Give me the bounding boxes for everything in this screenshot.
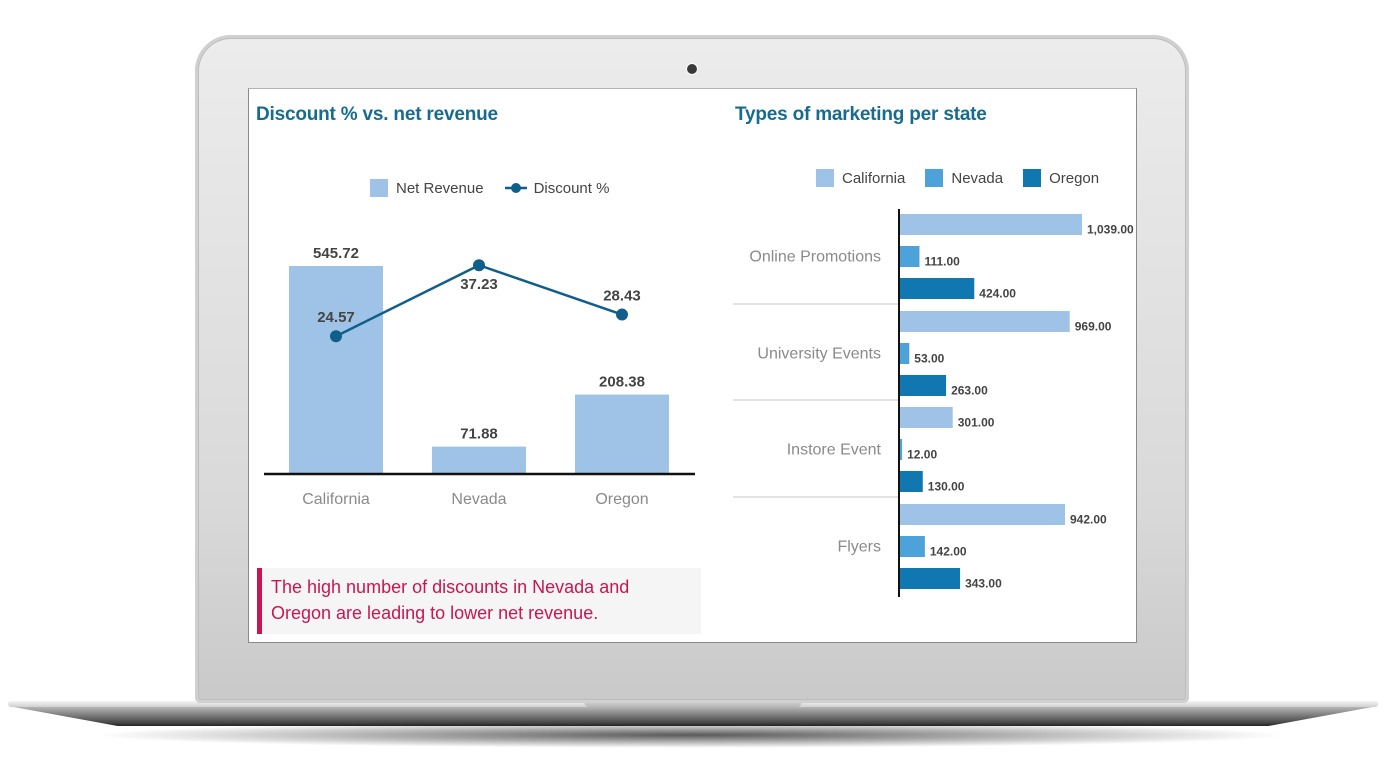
bar-oregon-instore-event[interactable] bbox=[900, 471, 923, 492]
camera-icon bbox=[687, 64, 697, 74]
bar-value-label: 142.00 bbox=[930, 545, 967, 559]
laptop-base-body bbox=[8, 706, 1378, 726]
bar-value-label: 301.00 bbox=[958, 416, 995, 430]
bar-value-label: 969.00 bbox=[1075, 320, 1112, 334]
bar-value-label: 424.00 bbox=[979, 287, 1016, 301]
bar-california-university-events[interactable] bbox=[900, 311, 1070, 332]
laptop-screen: Discount % vs. net revenue Net Revenue D… bbox=[248, 88, 1137, 643]
laptop-hinge-notch bbox=[584, 701, 802, 708]
bar-oregon-online-promotions[interactable] bbox=[900, 278, 975, 299]
bar-value-label: 343.00 bbox=[965, 577, 1002, 591]
category-label-university-events: University Events bbox=[757, 346, 881, 363]
hbar-chart: 1,039.00 111.00 424.00 969.00 53.00 263.00 301… bbox=[733, 209, 1134, 597]
bar-value-label: 12.00 bbox=[907, 448, 937, 462]
bar-value-label: 942.00 bbox=[1070, 513, 1107, 527]
bar-value-label: 130.00 bbox=[928, 480, 965, 494]
bar-value-label: 111.00 bbox=[924, 255, 960, 269]
bar-nevada-instore-event[interactable] bbox=[900, 439, 903, 460]
category-label-instore-event: Instore Event bbox=[787, 442, 882, 459]
bar-value-label: 1,039.00 bbox=[1087, 223, 1134, 237]
bar-value-label: 53.00 bbox=[914, 352, 944, 366]
bar-california-flyers[interactable] bbox=[900, 504, 1066, 525]
bar-value-label: 263.00 bbox=[951, 384, 988, 398]
bar-nevada-online-promotions[interactable] bbox=[900, 246, 920, 267]
bar-california-instore-event[interactable] bbox=[900, 407, 953, 428]
bar-california-online-promotions[interactable] bbox=[900, 214, 1082, 235]
category-label-flyers: Flyers bbox=[837, 539, 881, 556]
bar-nevada-flyers[interactable] bbox=[900, 536, 925, 557]
bar-nevada-university-events[interactable] bbox=[900, 343, 910, 364]
bar-oregon-flyers[interactable] bbox=[900, 568, 961, 589]
category-label-online-promotions: Online Promotions bbox=[749, 249, 881, 266]
bar-oregon-university-events[interactable] bbox=[900, 375, 947, 396]
